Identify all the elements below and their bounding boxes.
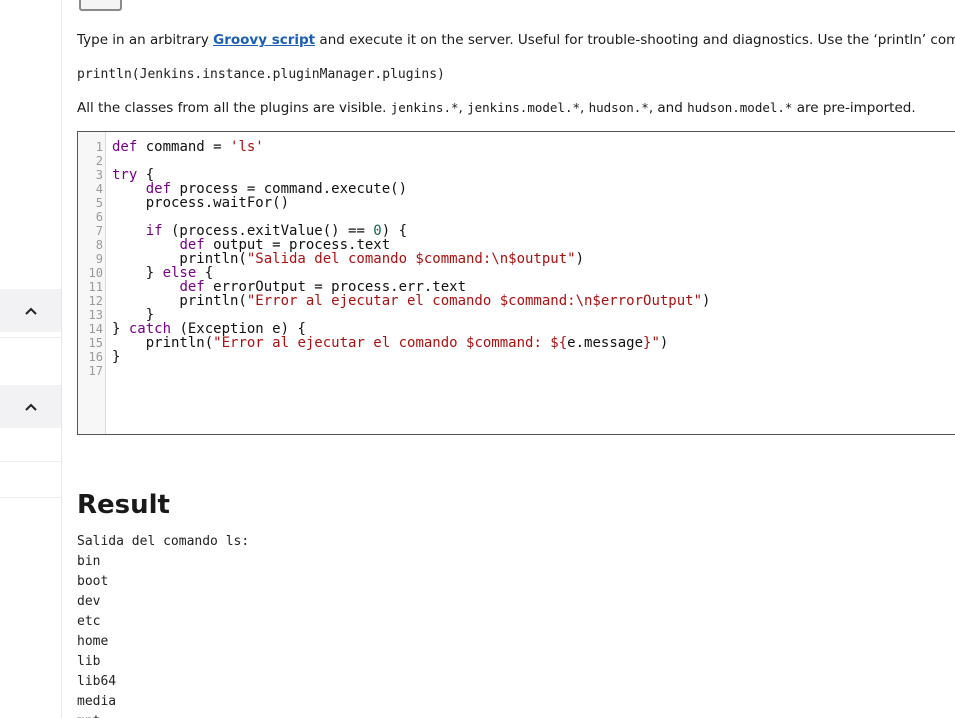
line-numbers: 1 2 3 4 5 6 7 8 9 10 11 12 13 14 15 16 17 xyxy=(78,140,103,378)
line-number: 14 xyxy=(88,322,103,336)
output-line: mnt xyxy=(77,712,249,718)
classes-note-text-end: are pre-imported. xyxy=(792,100,916,116)
output-line: Salida del comando ls: xyxy=(77,534,250,549)
script-code[interactable]: def command = 'ls' try { def process = c… xyxy=(112,140,710,364)
output-line: etc xyxy=(77,614,101,629)
line-number: 3 xyxy=(95,168,103,182)
separator: , and xyxy=(648,100,688,116)
result-output: Salida del comando ls: bin boot dev etc home l… xyxy=(77,532,249,718)
line-number: 5 xyxy=(95,196,103,210)
sidebar xyxy=(0,0,62,718)
sidebar-divider xyxy=(0,461,61,462)
script-console-page: Type in an arbitrary Groovy script and e… xyxy=(0,0,955,718)
groovy-script-link[interactable]: Groovy script xyxy=(213,32,315,48)
line-number: 1 xyxy=(95,140,103,154)
line-number: 4 xyxy=(95,182,103,196)
line-number: 17 xyxy=(88,364,103,378)
description-text: Type in an arbitrary Groovy script and e… xyxy=(77,31,955,49)
output-line: lib xyxy=(77,654,101,669)
line-number: 9 xyxy=(95,252,103,266)
description-prefix: Type in an arbitrary xyxy=(77,32,214,48)
line-number: 10 xyxy=(88,266,103,280)
result-heading: Result xyxy=(77,490,170,520)
line-number: 11 xyxy=(88,280,103,294)
chevron-up-icon xyxy=(24,307,37,315)
import-hudson: hudson.* xyxy=(588,100,649,115)
classes-note-text: All the classes from all the plugins are… xyxy=(77,100,391,116)
line-number: 13 xyxy=(88,308,103,322)
line-number: 12 xyxy=(88,294,103,308)
output-line: bin xyxy=(77,554,101,569)
separator: , xyxy=(458,100,468,116)
output-line: boot xyxy=(77,574,109,589)
line-number: 6 xyxy=(95,210,103,224)
import-hudson-model: hudson.model.* xyxy=(687,100,793,115)
script-editor[interactable]: 1 2 3 4 5 6 7 8 9 10 11 12 13 14 15 16 17 def command = … xyxy=(77,131,955,435)
sidebar-divider xyxy=(0,497,61,498)
sidebar-collapse-button-2[interactable] xyxy=(0,385,61,428)
description-suffix: and execute it on the server. Useful for… xyxy=(319,32,955,48)
import-jenkins-model: jenkins.model.* xyxy=(467,100,580,115)
import-jenkins: jenkins.* xyxy=(390,100,459,115)
line-number: 16 xyxy=(88,350,103,364)
line-number: 15 xyxy=(88,336,103,350)
sidebar-divider xyxy=(0,337,61,338)
line-number-gutter: 1 2 3 4 5 6 7 8 9 10 11 12 13 14 15 16 17 xyxy=(78,132,106,434)
output-line: home xyxy=(77,634,109,649)
output-line: media xyxy=(77,694,117,709)
output-line: dev xyxy=(77,594,101,609)
classes-note: All the classes from all the plugins are… xyxy=(77,99,916,117)
sidebar-collapse-button[interactable] xyxy=(0,289,61,332)
example-command: println(Jenkins.instance.pluginManager.p… xyxy=(77,67,445,82)
line-number: 2 xyxy=(95,154,103,168)
separator: , xyxy=(580,100,589,116)
line-number: 7 xyxy=(95,224,103,238)
line-number: 8 xyxy=(95,238,103,252)
output-line: lib64 xyxy=(77,674,117,689)
chevron-up-icon xyxy=(24,403,37,411)
terminal-icon xyxy=(79,0,122,11)
